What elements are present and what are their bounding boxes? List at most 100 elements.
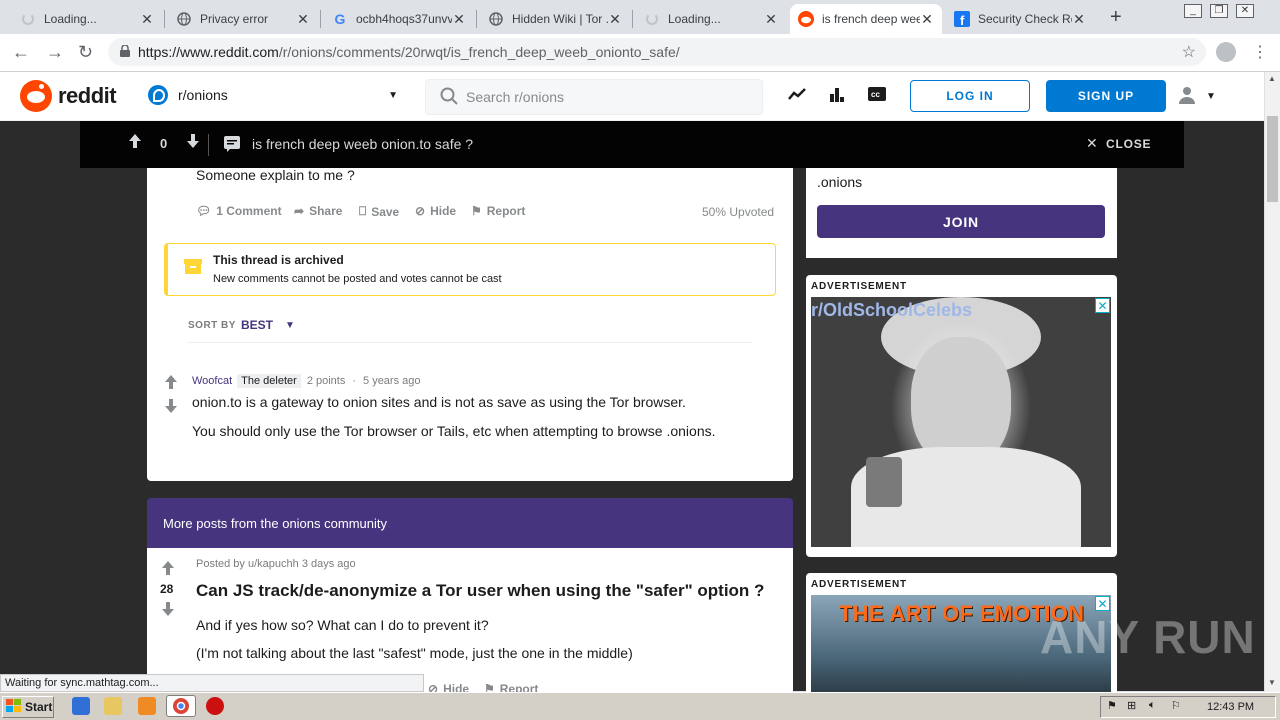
chrome-taskbar-button[interactable]: [166, 695, 196, 717]
tray-network-icon[interactable]: ⊞: [1127, 699, 1136, 712]
page-scrollbar[interactable]: ▲ ▼: [1264, 72, 1280, 692]
bookmark-icon: ⎕: [359, 204, 367, 218]
tab-google[interactable]: G ocbh4hoqs37unvv ✕: [324, 4, 474, 34]
close-tab-icon[interactable]: ✕: [452, 11, 466, 28]
address-toolbar: ← → ↻ https://www.reddit.com/r/onions/co…: [0, 34, 1280, 72]
loading-spinner-icon: [644, 11, 660, 27]
folder-icon[interactable]: [104, 697, 122, 715]
tab-loading-1[interactable]: Loading... ✕: [12, 4, 162, 34]
close-button[interactable]: CLOSE: [1106, 137, 1151, 151]
post-title-bar: 0 is french deep weeb onion.to safe ? ✕ …: [80, 121, 1184, 168]
post-time: 3 days ago: [301, 558, 356, 570]
hide-icon: ⊘: [415, 204, 426, 218]
close-window-button[interactable]: ✕: [1236, 4, 1254, 18]
close-tab-icon[interactable]: ✕: [296, 11, 310, 28]
reddit-icon: [798, 11, 814, 27]
user-menu[interactable]: ▼: [1178, 86, 1216, 107]
tab-security-check[interactable]: f Security Check Rec ✕: [946, 4, 1094, 34]
scroll-down-arrow[interactable]: ▼: [1268, 678, 1276, 687]
stop-icon[interactable]: [206, 697, 224, 715]
profile-avatar-icon[interactable]: [1216, 42, 1236, 62]
comment-points: 2 points: [306, 375, 346, 387]
ie-icon[interactable]: [72, 697, 90, 715]
reddit-logo[interactable]: reddit: [20, 80, 117, 112]
scroll-up-arrow[interactable]: ▲: [1268, 74, 1276, 83]
forward-icon[interactable]: →: [46, 42, 64, 63]
post-author[interactable]: Posted by u/kapuchh: [196, 558, 299, 570]
address-bar[interactable]: https://www.reddit.com/r/onions/comments…: [108, 38, 1206, 66]
community-dropdown[interactable]: r/onions ▼: [148, 85, 398, 105]
ad-image-1[interactable]: r/OldSchoolCelebs ✕: [811, 297, 1111, 547]
close-tab-icon[interactable]: ✕: [764, 11, 778, 28]
scroll-thumb[interactable]: [1267, 116, 1278, 202]
url-text: https://www.reddit.com/r/onions/comments…: [138, 44, 680, 60]
captions-icon[interactable]: cc: [868, 87, 886, 106]
search-placeholder: Search r/onions: [466, 89, 565, 105]
report-button[interactable]: ⚑ Report: [471, 204, 525, 218]
clock[interactable]: 12:43 PM: [1207, 701, 1254, 713]
ad-card-1: ADVERTISEMENT r/OldSchoolCelebs ✕: [806, 275, 1117, 557]
search-icon: [440, 87, 458, 108]
comment-downvote-icon[interactable]: [164, 398, 178, 417]
tray-flag-icon[interactable]: ⚑: [1107, 699, 1117, 712]
sign-up-button[interactable]: SIGN UP: [1046, 80, 1166, 112]
start-button[interactable]: Start: [2, 696, 54, 718]
chevron-down-icon: ▼: [285, 319, 295, 331]
hide-button[interactable]: ⊘ Hide: [415, 204, 456, 218]
comment-text-line: onion.to is a gateway to onion sites and…: [192, 394, 686, 410]
close-icon[interactable]: ✕: [1086, 135, 1098, 152]
comments-button[interactable]: 💬︎ 1 Comment: [196, 204, 282, 218]
tray-action-icon[interactable]: ⚐: [1171, 699, 1181, 712]
ad-close-icon[interactable]: ✕: [1095, 298, 1110, 313]
menu-kebab-icon[interactable]: ⋮: [1252, 42, 1268, 62]
save-button[interactable]: ⎕ Save: [359, 204, 399, 219]
ad-close-icon[interactable]: ✕: [1095, 596, 1110, 611]
tab-title: Privacy error: [200, 12, 269, 26]
upvote-ratio: 50% Upvoted: [702, 205, 775, 219]
stats-icon[interactable]: [828, 85, 846, 108]
upvote-icon[interactable]: [161, 560, 175, 579]
browser-status-bar: Waiting for sync.mathtag.com...: [0, 674, 424, 692]
comment-icon: 💬︎: [196, 204, 212, 218]
tab-hidden-wiki[interactable]: Hidden Wiki | Tor . ✕: [480, 4, 630, 34]
new-tab-button[interactable]: +: [1110, 6, 1122, 29]
lock-icon[interactable]: [120, 43, 130, 60]
downvote-icon[interactable]: [161, 601, 175, 620]
media-player-icon[interactable]: [138, 697, 156, 715]
comment-upvote-icon[interactable]: [164, 374, 178, 393]
trending-icon[interactable]: [788, 85, 806, 108]
more-posts-header: More posts from the onions community: [147, 498, 793, 548]
reload-icon[interactable]: ↻: [78, 42, 93, 63]
chevron-down-icon: ▼: [388, 89, 398, 101]
minimize-button[interactable]: _: [1184, 4, 1202, 18]
svg-text:cc: cc: [871, 90, 880, 99]
archive-icon: [184, 257, 202, 278]
tab-reddit-active[interactable]: is french deep wee ✕: [790, 4, 942, 34]
tray-volume-icon[interactable]: 🔈︎: [1149, 699, 1156, 712]
close-tab-icon[interactable]: ✕: [140, 11, 154, 28]
tab-privacy-error[interactable]: Privacy error ✕: [168, 4, 318, 34]
tab-loading-2[interactable]: Loading... ✕: [636, 4, 786, 34]
log-in-button[interactable]: LOG IN: [910, 80, 1030, 112]
back-icon[interactable]: ←: [12, 42, 30, 63]
ad-label: ADVERTISEMENT: [811, 281, 907, 292]
sort-label: SORT BY: [188, 320, 236, 331]
close-tab-icon[interactable]: ✕: [608, 11, 622, 28]
user-flair: The deleter: [237, 374, 301, 388]
join-button[interactable]: JOIN: [817, 205, 1105, 238]
restore-button[interactable]: ❐: [1210, 4, 1228, 18]
upvote-icon[interactable]: [128, 133, 142, 152]
sort-dropdown[interactable]: BEST ▼: [241, 318, 295, 332]
search-input[interactable]: Search r/onions: [425, 79, 763, 115]
archived-notice: This thread is archived New comments can…: [164, 243, 776, 296]
bookmark-star-icon[interactable]: ☆: [1182, 42, 1196, 62]
close-tab-icon[interactable]: ✕: [1072, 11, 1086, 28]
post-title[interactable]: Can JS track/de-anonymize a Tor user whe…: [196, 581, 786, 601]
share-button[interactable]: ➦ Share: [294, 204, 342, 218]
close-tab-icon[interactable]: ✕: [920, 11, 934, 28]
archived-text: New comments cannot be posted and votes …: [213, 273, 502, 285]
downvote-icon[interactable]: [186, 133, 200, 152]
comment-author[interactable]: Woofcat: [192, 375, 232, 387]
chevron-down-icon: ▼: [1206, 91, 1216, 102]
comment-meta: Woofcat The deleter 2 points · 5 years a…: [192, 374, 421, 388]
